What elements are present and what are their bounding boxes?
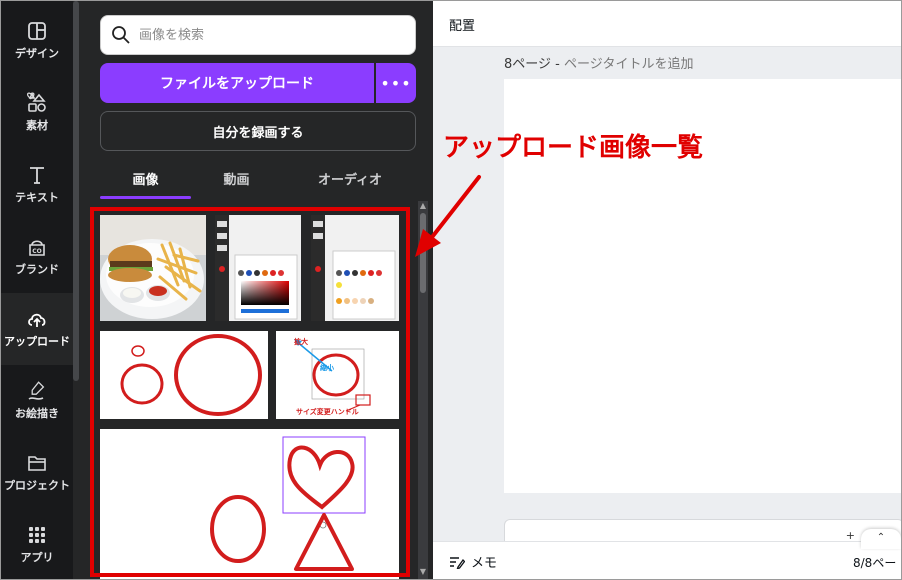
page-counter[interactable]: 8/8ペー bbox=[853, 554, 896, 571]
bottom-bar: メモ 8/8ペー bbox=[433, 541, 901, 579]
upload-cloud-icon bbox=[28, 313, 46, 327]
svg-text:CO: CO bbox=[32, 248, 42, 255]
chevron-up-icon: ⌃ bbox=[876, 532, 886, 543]
editor-workspace: 配置 8ページ - ページタイトルを追加 + メモ 8/8ペー ⌃ bbox=[433, 1, 901, 579]
rail-scrollbar[interactable] bbox=[73, 1, 79, 381]
page-title[interactable]: 8ページ - ページタイトルを追加 bbox=[504, 53, 693, 72]
notes-icon bbox=[450, 556, 465, 569]
rail-item-label: デザイン bbox=[15, 47, 59, 60]
upload-file-button[interactable]: ファイルをアップロード bbox=[100, 63, 374, 103]
rail-item-label: テキスト bbox=[15, 191, 59, 204]
position-button[interactable]: 配置 bbox=[449, 15, 475, 34]
annotation-label: アップロード画像一覧 bbox=[443, 133, 704, 163]
tab-images[interactable]: 画像 bbox=[100, 169, 191, 188]
uploads-panel: ファイルをアップロード ••• 自分を録画する 画像 動画 オーディオ ▲ ▼ bbox=[73, 1, 433, 579]
rail-item-label: プロジェクト bbox=[4, 479, 70, 492]
app-window: デザイン 素材 テキスト CO ブランド アップロード お絵描き プロジェクト bbox=[0, 0, 902, 580]
rail-item-label: アプリ bbox=[20, 551, 54, 564]
rail-item-text[interactable]: テキスト bbox=[1, 149, 73, 221]
annotation-arrow-icon bbox=[415, 175, 481, 257]
rail-item-label: アップロード bbox=[4, 335, 70, 348]
uploaded-image-resize-demo[interactable]: 拡大 縮小 サイズ変更ハンドル bbox=[276, 331, 399, 419]
side-rail: デザイン 素材 テキスト CO ブランド アップロード お絵描き プロジェクト bbox=[1, 1, 73, 579]
burger-photo-image bbox=[100, 215, 206, 321]
rail-item-apps[interactable]: アプリ bbox=[1, 509, 73, 579]
page-number-label: 8ページ - bbox=[504, 57, 564, 72]
active-tab-indicator bbox=[100, 196, 191, 199]
record-yourself-button[interactable]: 自分を録画する bbox=[100, 111, 416, 151]
palette-screenshot-image bbox=[215, 215, 301, 321]
rail-item-uploads[interactable]: アップロード bbox=[1, 293, 73, 365]
shapes-drawing-image bbox=[210, 436, 366, 571]
shrink-label: 縮小 bbox=[320, 364, 334, 372]
text-icon bbox=[30, 167, 44, 184]
expand-label: 拡大 bbox=[294, 338, 308, 346]
elements-icon bbox=[26, 92, 46, 112]
notes-button[interactable]: メモ bbox=[449, 552, 497, 571]
rail-item-brand[interactable]: CO ブランド bbox=[1, 221, 73, 293]
brand-icon: CO bbox=[29, 240, 45, 256]
more-options-button[interactable]: ••• bbox=[376, 63, 416, 103]
rail-item-draw[interactable]: お絵描き bbox=[1, 365, 73, 437]
scroll-top-button[interactable]: ⌃ bbox=[861, 529, 901, 549]
uploaded-image-color-palette-1[interactable] bbox=[215, 215, 301, 321]
rail-item-label: お絵描き bbox=[15, 407, 59, 420]
tab-videos[interactable]: 動画 bbox=[191, 169, 282, 188]
resize-handle-label: サイズ変更ハンドル bbox=[296, 408, 359, 416]
apps-grid-icon bbox=[29, 527, 45, 543]
tab-audio[interactable]: オーディオ bbox=[290, 169, 410, 188]
notes-label: メモ bbox=[471, 556, 498, 571]
search-box[interactable] bbox=[100, 15, 416, 55]
more-dots-icon: ••• bbox=[380, 73, 412, 93]
media-tabs: 画像 動画 オーディオ bbox=[100, 161, 416, 199]
rail-item-projects[interactable]: プロジェクト bbox=[1, 437, 73, 509]
rail-item-design[interactable]: デザイン bbox=[1, 5, 73, 77]
rail-item-label: 素材 bbox=[26, 119, 48, 132]
search-icon bbox=[112, 26, 130, 44]
palette-screenshot-image bbox=[311, 215, 399, 321]
rail-item-elements[interactable]: 素材 bbox=[1, 77, 73, 149]
rail-item-label: ブランド bbox=[15, 263, 59, 276]
folder-icon bbox=[28, 456, 46, 471]
uploaded-image-burger[interactable] bbox=[100, 215, 206, 321]
uploaded-image-red-circles[interactable] bbox=[100, 331, 268, 419]
editor-toolbar: 配置 bbox=[433, 1, 901, 47]
scroll-down-arrow-icon[interactable]: ▼ bbox=[418, 567, 428, 577]
uploaded-image-color-palette-2[interactable] bbox=[311, 215, 399, 321]
red-circles-drawing-image bbox=[120, 334, 262, 416]
add-page-title-label[interactable]: ページタイトルを追加 bbox=[564, 57, 693, 72]
uploaded-image-shapes[interactable] bbox=[100, 429, 399, 579]
draw-icon bbox=[28, 381, 45, 400]
search-input[interactable] bbox=[139, 22, 399, 48]
layout-icon bbox=[28, 22, 46, 40]
